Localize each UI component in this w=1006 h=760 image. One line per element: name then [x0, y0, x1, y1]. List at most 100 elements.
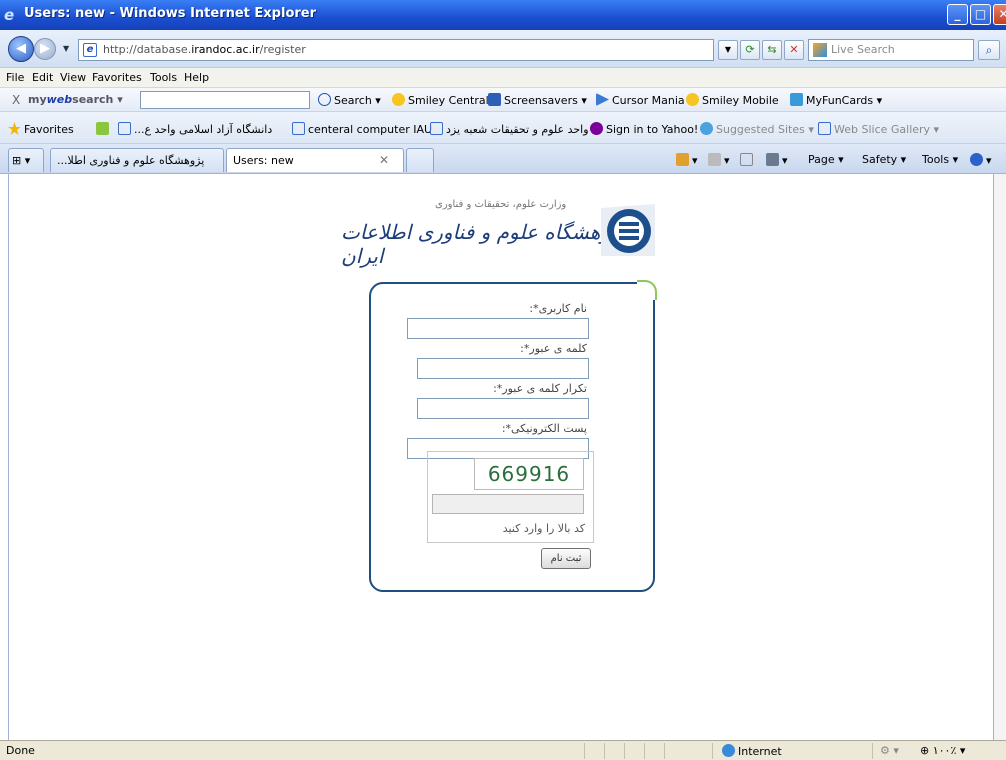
zoom-control[interactable]: ⊕ ۱۰۰٪ ▾	[920, 744, 965, 757]
form-corner-accent	[637, 280, 657, 300]
print-button[interactable]: ▾	[766, 153, 788, 167]
home-button[interactable]: ▾	[676, 153, 698, 167]
password-field[interactable]	[417, 358, 589, 379]
password-label: کلمه ی عبور*:	[520, 342, 587, 355]
refresh-icon[interactable]: ⇆	[762, 40, 782, 60]
toolbar-myfuncards[interactable]: MyFunCards ▾	[790, 93, 882, 107]
search-go-icon[interactable]: ⌕	[978, 40, 1000, 60]
smiley-icon	[392, 93, 405, 106]
rss-icon	[708, 153, 721, 166]
live-search-input[interactable]: Live Search	[808, 39, 974, 61]
captcha-panel: 669916 کد بالا را وارد کنید	[427, 451, 594, 543]
status-divider	[604, 743, 605, 759]
toolbar-screensavers[interactable]: Screensavers ▾	[488, 93, 587, 107]
tab-bar: ⊞ ▾ ...پژوهشگاه علوم و فناوری اطلا Users…	[0, 144, 1006, 174]
smiley-mobile-icon	[686, 93, 699, 106]
toolbar-search-button[interactable]: Search ▾	[318, 93, 381, 107]
printer-icon	[766, 153, 779, 166]
ie-page-icon	[818, 122, 831, 135]
help-icon	[970, 153, 983, 166]
ie-logo-icon: e	[4, 6, 15, 24]
protected-mode-icon[interactable]: ⚙ ▾	[880, 744, 899, 757]
url-dropdown-icon[interactable]: ▼	[718, 40, 738, 60]
status-divider	[664, 743, 665, 759]
logo-subtitle: وزارت علوم، تحقیقات و فناوری	[435, 199, 567, 210]
menu-view[interactable]: View	[60, 71, 86, 84]
menu-help[interactable]: Help	[184, 71, 209, 84]
status-divider	[624, 743, 625, 759]
add-favorites-icon[interactable]	[96, 122, 112, 136]
status-divider	[872, 743, 873, 759]
page-menu[interactable]: Page ▾	[808, 153, 844, 166]
favorite-link-3[interactable]: واحد علوم و تحقیقات شعبه یزد	[430, 122, 589, 136]
help-button[interactable]: ▾	[970, 153, 992, 167]
mywebsearch-input[interactable]	[140, 91, 310, 109]
captcha-input[interactable]	[432, 494, 584, 514]
stop-icon[interactable]: ✕	[784, 40, 804, 60]
security-zone[interactable]: Internet	[722, 744, 782, 758]
home-icon	[676, 153, 689, 166]
confirm-password-field[interactable]	[417, 398, 589, 419]
favorite-link-2[interactable]: centeral computer IAU	[292, 122, 432, 136]
page-content: وزارت علوم، تحقیقات و فناوری پژوهشگاه عل…	[8, 174, 994, 740]
favorites-button[interactable]: Favorites	[8, 122, 74, 136]
email-label: پست الکترونیکی*:	[501, 422, 587, 435]
suggested-sites[interactable]: Suggested Sites ▾	[700, 122, 814, 136]
star-icon	[8, 122, 21, 135]
history-dropdown-icon[interactable]: ▼	[63, 44, 69, 53]
registration-form: نام کاربری*: کلمه ی عبور*: تکرار کلمه ی …	[369, 280, 657, 592]
forward-button[interactable]: ▶	[34, 38, 56, 60]
toolbar-cursor-mania[interactable]: Cursor Mania	[596, 93, 685, 107]
favorite-link-1[interactable]: ...دانشگاه آزاد اسلامی واحد ع	[118, 122, 272, 136]
address-bar: ◀ ▶ ▼ e http://database.irandoc.ac.ir/re…	[0, 30, 1006, 68]
ie-page-icon	[430, 122, 443, 135]
safety-menu[interactable]: Safety ▾	[862, 153, 906, 166]
menu-edit[interactable]: Edit	[32, 71, 53, 84]
back-button[interactable]: ◀	[8, 36, 34, 62]
captcha-image: 669916	[474, 458, 584, 490]
globe-icon	[722, 744, 735, 757]
suggested-sites-icon	[700, 122, 713, 135]
tools-menu[interactable]: Tools ▾	[922, 153, 958, 166]
tab-close-icon[interactable]: ✕	[379, 153, 389, 167]
username-field[interactable]	[407, 318, 589, 339]
quick-tabs-button[interactable]: ⊞ ▾	[8, 148, 44, 172]
card-icon	[790, 93, 803, 106]
close-window-button[interactable]: ✕	[993, 4, 1006, 25]
menu-tools[interactable]: Tools	[150, 71, 177, 84]
url-input[interactable]: e http://database.irandoc.ac.ir/register	[78, 39, 714, 61]
tab-users-new[interactable]: Users: new ✕	[226, 148, 404, 172]
tab-irandoc[interactable]: ...پژوهشگاه علوم و فناوری اطلا	[50, 148, 224, 172]
read-mail-button[interactable]	[740, 153, 756, 167]
toolbar-smiley-mobile[interactable]: Smiley Mobile	[686, 93, 779, 107]
status-divider	[712, 743, 713, 759]
add-star-icon	[96, 122, 109, 135]
live-search-icon	[813, 43, 827, 57]
page-icon: e	[83, 43, 97, 57]
new-tab-button[interactable]	[406, 148, 434, 172]
confirm-password-label: تکرار کلمه ی عبور*:	[493, 382, 587, 395]
irandoc-emblem-icon	[601, 204, 655, 256]
compatibility-icon[interactable]: ⟳	[740, 40, 760, 60]
menu-file[interactable]: File	[6, 71, 24, 84]
menu-favorites[interactable]: Favorites	[92, 71, 142, 84]
mywebsearch-brand[interactable]: mywebsearch ▾	[28, 93, 123, 106]
favorite-link-yahoo[interactable]: Sign in to Yahoo!	[590, 122, 698, 136]
cursor-icon	[596, 93, 609, 106]
mail-icon	[740, 153, 753, 166]
menu-bar: File Edit View Favorites Tools Help	[0, 68, 1006, 88]
feeds-button[interactable]: ▾	[708, 153, 730, 167]
yahoo-icon	[590, 122, 603, 135]
vertical-scrollbar[interactable]	[994, 174, 1006, 740]
status-divider	[644, 743, 645, 759]
toolbar-smiley-central[interactable]: Smiley Central	[392, 93, 489, 107]
web-slice-gallery[interactable]: Web Slice Gallery ▾	[818, 122, 939, 136]
status-divider	[584, 743, 585, 759]
register-button[interactable]: ثبت نام	[541, 548, 591, 569]
maximize-button[interactable]: □	[970, 4, 991, 25]
minimize-button[interactable]: _	[947, 4, 968, 25]
live-search-placeholder: Live Search	[831, 43, 895, 56]
status-bar: Done Internet ⚙ ▾ ⊕ ۱۰۰٪ ▾	[0, 740, 1006, 760]
toolbar-close-icon[interactable]: X	[12, 93, 20, 107]
captcha-hint: کد بالا را وارد کنید	[502, 522, 585, 535]
